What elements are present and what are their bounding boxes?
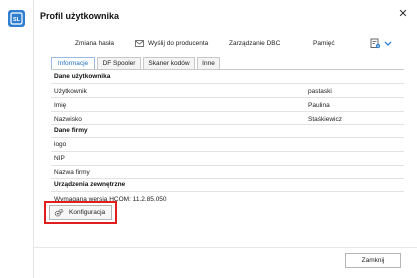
row-divider <box>51 191 404 192</box>
logo-label: logo <box>54 141 67 148</box>
memory-button[interactable]: Pamięć <box>313 40 335 47</box>
tab-skaner-kodow[interactable]: Skaner kodów <box>143 57 195 69</box>
tab-informacje[interactable]: Informacje <box>51 57 95 69</box>
first-name-value: Paulina <box>308 102 330 109</box>
configuration-button-label: Konfiguracja <box>69 209 106 216</box>
company-section-header: Dane firmy <box>54 127 88 134</box>
envelope-icon <box>135 40 144 47</box>
tab-inne[interactable]: Inne <box>197 57 220 69</box>
devices-section-header: Urządzenia zewnętrzne <box>54 181 126 188</box>
row-divider <box>51 165 404 166</box>
close-button[interactable]: Zamknij <box>345 253 401 268</box>
sidebar-divider <box>33 0 34 278</box>
close-icon[interactable]: ✕ <box>396 7 410 21</box>
row-divider <box>51 97 404 98</box>
left-sidebar <box>0 0 34 278</box>
username-label: Użytkownik <box>54 88 87 95</box>
window-title: Profil użytkownika <box>40 11 120 21</box>
change-password-button[interactable]: Zmiana hasła <box>75 40 114 47</box>
first-name-label: Imię <box>54 102 67 109</box>
row-divider <box>51 83 404 84</box>
company-name-label: Nazwa firmy <box>54 169 90 176</box>
row-divider <box>51 137 404 138</box>
app-icon-text: SL <box>13 17 21 23</box>
tab-underline <box>51 69 404 70</box>
row-divider <box>51 151 404 152</box>
user-section-header: Dane użytkownika <box>54 73 111 80</box>
nip-label: NIP <box>54 155 65 162</box>
sl-app-icon: SL <box>8 10 25 27</box>
dbc-management-button[interactable]: Zarządzanie DBC <box>229 40 280 47</box>
settings-document-icon[interactable] <box>370 38 381 49</box>
tab-df-spooler[interactable]: DF Spooler <box>97 57 141 69</box>
gears-icon <box>54 208 64 217</box>
row-divider <box>51 178 404 179</box>
send-to-producer-button[interactable]: Wyślij do producenta <box>148 40 208 47</box>
configuration-button[interactable]: Konfiguracja <box>49 205 112 220</box>
chevron-down-icon[interactable] <box>384 40 392 47</box>
row-divider <box>51 124 404 125</box>
last-name-value: Staśkiewicz <box>308 116 342 123</box>
last-name-label: Nazwisko <box>54 116 82 123</box>
row-divider <box>51 111 404 112</box>
username-value: pastaski <box>308 88 332 95</box>
footer-divider <box>34 247 417 248</box>
